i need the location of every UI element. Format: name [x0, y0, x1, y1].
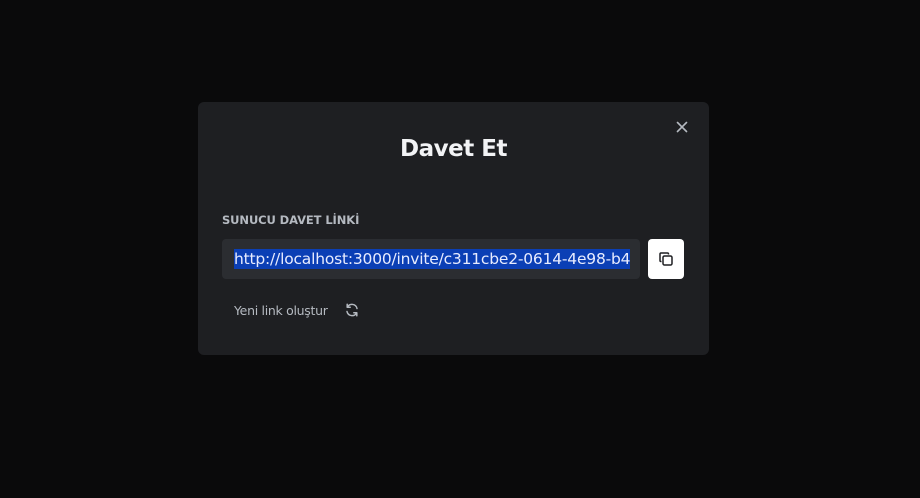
close-button[interactable]	[671, 116, 693, 138]
refresh-icon	[345, 303, 358, 317]
invite-link-label: SUNUCU DAVET LİNKİ	[222, 213, 360, 227]
close-icon	[676, 121, 688, 133]
copy-icon	[659, 252, 673, 266]
invite-link-field[interactable]: http://localhost:3000/invite/c311cbe2-06…	[222, 239, 640, 279]
invite-dialog: Davet Et SUNUCU DAVET LİNKİ http://local…	[198, 102, 709, 355]
dialog-title: Davet Et	[400, 136, 507, 162]
regenerate-link-label: Yeni link oluştur	[234, 302, 328, 318]
copy-link-button[interactable]	[648, 239, 684, 279]
regenerate-link-button[interactable]: Yeni link oluştur	[234, 302, 360, 318]
invite-link-value[interactable]: http://localhost:3000/invite/c311cbe2-06…	[234, 249, 630, 269]
